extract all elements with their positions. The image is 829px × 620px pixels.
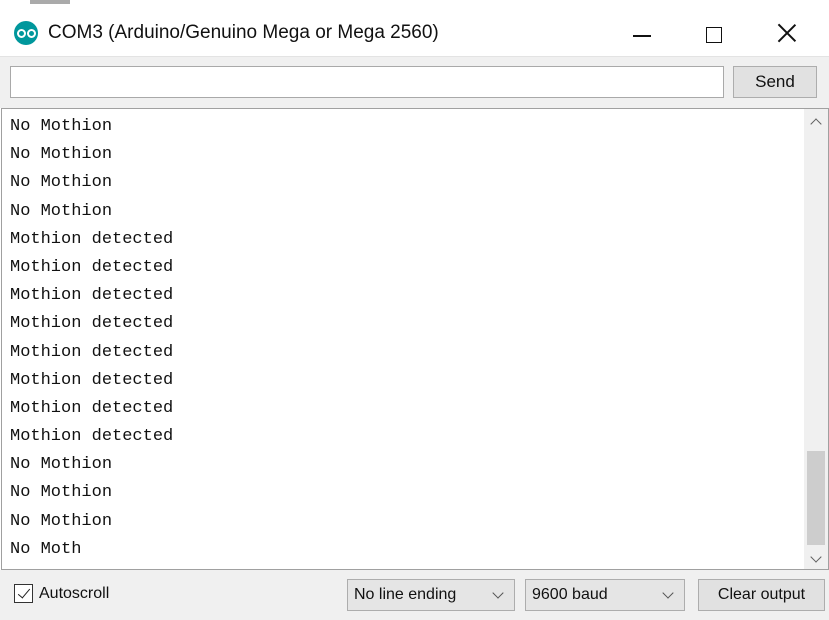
vertical-scrollbar[interactable] [804,109,828,569]
window-title: COM3 (Arduino/Genuino Mega or Mega 2560) [48,22,439,43]
scrollbar-thumb[interactable] [807,451,825,545]
footer-bar: Autoscroll No line ending 9600 baud Clea… [0,570,829,620]
minimize-icon [633,35,651,37]
serial-output-lines: No Mothion No Mothion No Mothion No Mothion… [10,113,800,569]
output-line: Mothion detected [10,398,174,418]
scroll-down-icon[interactable] [810,553,822,565]
output-line: No Mothion [10,117,113,136]
autoscroll-label: Autoscroll [39,584,110,602]
autoscroll-toggle[interactable]: Autoscroll [14,584,109,603]
autoscroll-checkbox[interactable] [14,584,33,603]
output-line: No Mothion [10,455,113,475]
minimize-button[interactable] [611,12,673,56]
output-line: No Mothion [10,145,113,165]
output-line: No Moth [10,539,82,559]
maximize-icon [706,27,722,43]
output-line: No Mothion [10,483,113,503]
chevron-down-icon [662,587,674,599]
output-line: Mothion detected [10,427,174,447]
clear-output-button[interactable]: Clear output [698,579,825,611]
output-line: No Mothion [10,201,113,221]
close-button[interactable] [755,12,817,56]
serial-send-input[interactable] [10,66,724,98]
output-line: Mothion detected [10,257,174,277]
baud-rate-select[interactable]: 9600 baud [525,579,685,611]
line-ending-select[interactable]: No line ending [347,579,515,611]
line-ending-value: No line ending [354,586,457,603]
arduino-logo-left-loop [16,29,26,38]
chevron-down-icon [492,587,504,599]
background-window-fragment [30,0,70,4]
output-line: Mothion detected [10,229,174,249]
close-icon [777,23,797,43]
arduino-logo-icon [14,21,38,45]
output-line: Mothion detected [10,286,174,306]
maximize-button[interactable] [683,12,745,56]
output-line: Mothion detected [10,314,174,334]
send-button[interactable]: Send [733,66,817,98]
send-row: Send [0,56,829,108]
output-line: Mothion detected [10,342,174,362]
scroll-up-icon[interactable] [810,117,822,129]
title-bar: COM3 (Arduino/Genuino Mega or Mega 2560) [0,6,829,56]
output-line: No Mothion [10,511,113,531]
output-line: Mothion detected [10,370,174,390]
serial-output-area[interactable]: No Mothion No Mothion No Mothion No Mothion… [1,108,829,570]
output-line: No Mothion [10,173,113,193]
arduino-logo-right-loop [26,29,36,38]
baud-rate-value: 9600 baud [532,586,608,603]
